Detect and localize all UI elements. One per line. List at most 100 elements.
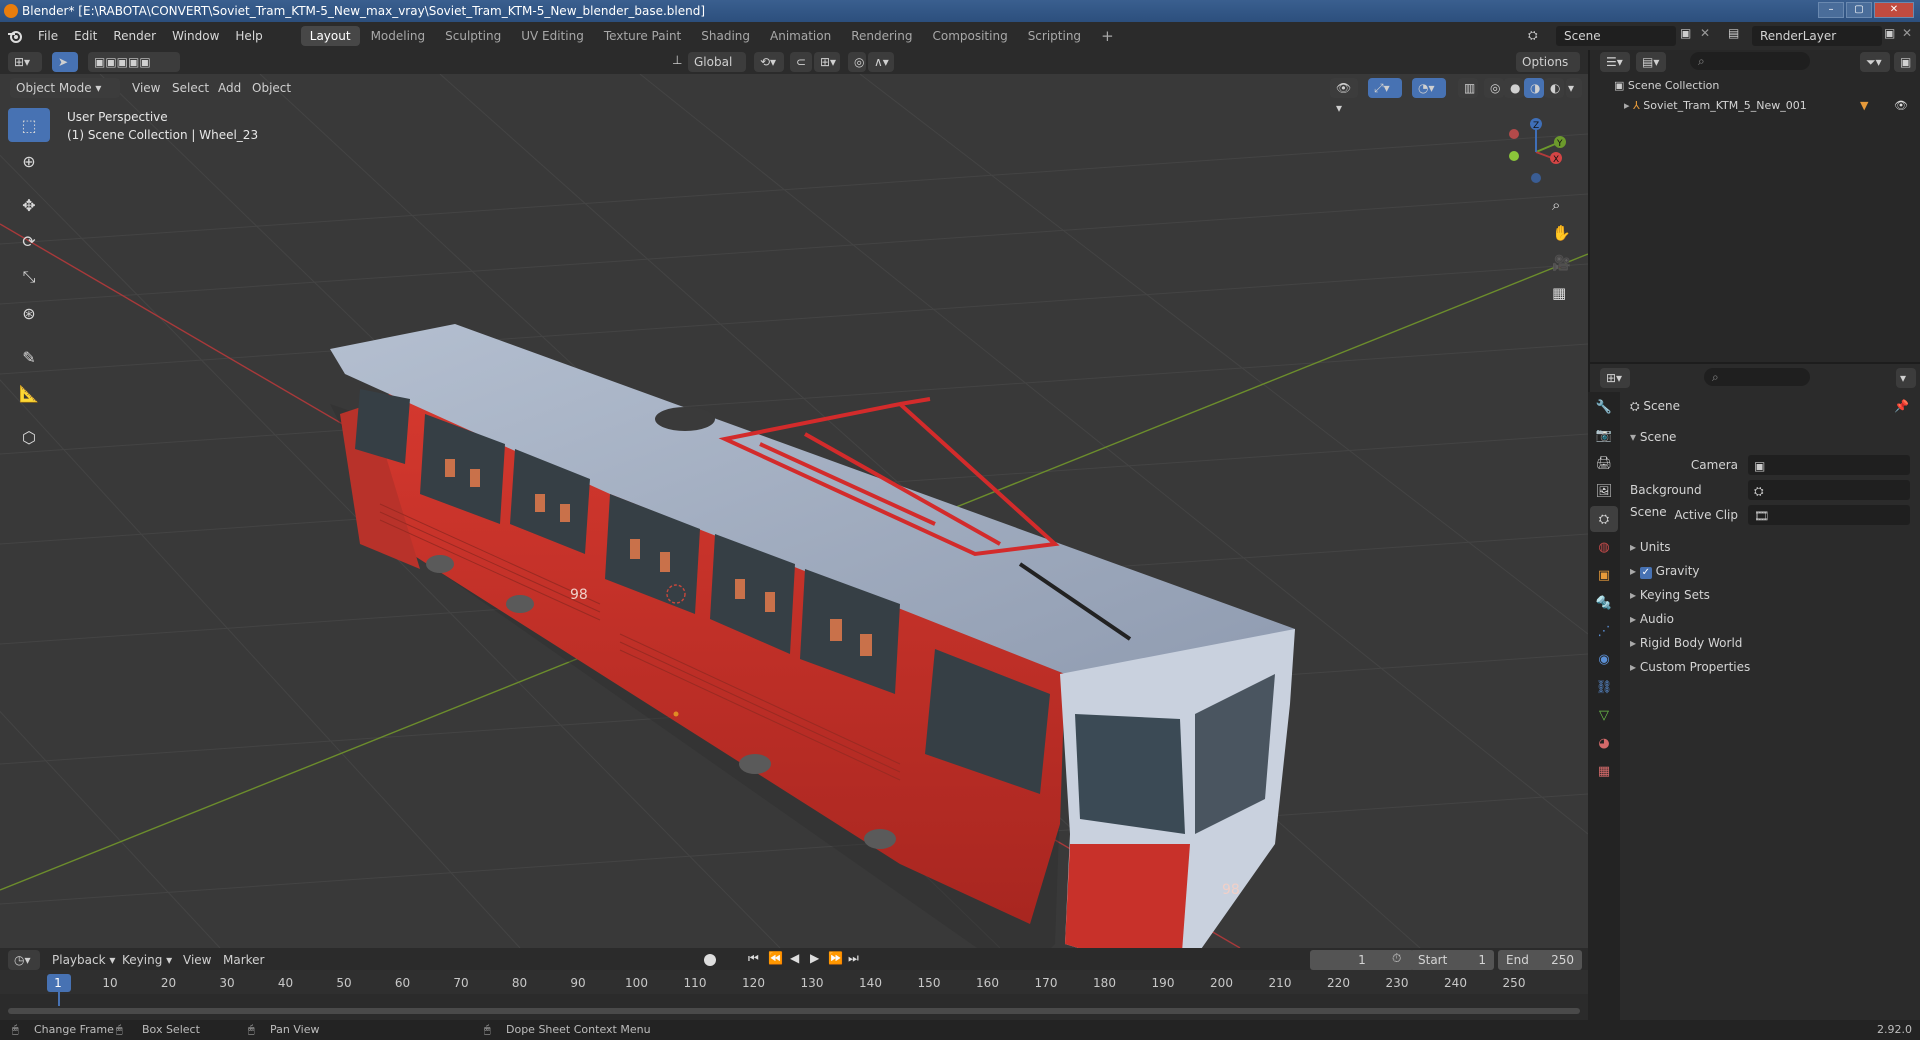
render-tab-icon[interactable]: 📷 <box>1590 422 1618 448</box>
expand-arrow-icon[interactable]: ▸ <box>1624 99 1633 112</box>
annotate-icon[interactable]: ✎ <box>8 340 50 374</box>
output-tab-icon[interactable]: 🖨 <box>1590 450 1618 476</box>
proportional-edit-icon[interactable]: ◎ <box>848 52 866 72</box>
pivot-point-icon[interactable]: ⟲▾ <box>754 52 784 72</box>
minimize-button[interactable]: – <box>1818 2 1844 18</box>
start-frame-field[interactable]: Start 1 <box>1410 950 1494 970</box>
maximize-button[interactable]: ▢ <box>1846 2 1872 18</box>
playback-menu[interactable]: Playback ▾ <box>52 950 115 970</box>
ortho-toggle-icon[interactable]: ▦ <box>1552 284 1566 302</box>
delete-renderlayer-icon[interactable]: ✕ <box>1902 26 1918 44</box>
props-search-input[interactable]: ⌕ <box>1704 368 1810 386</box>
prev-keyframe-icon[interactable]: ⏪ <box>768 951 783 965</box>
next-keyframe-icon[interactable]: ⏩ <box>828 951 843 965</box>
outliner-search-input[interactable]: ⌕ <box>1690 52 1810 70</box>
transform-orientation-dropdown[interactable]: Global ▾ <box>688 52 746 89</box>
tab-uv-editing[interactable]: UV Editing <box>512 26 593 46</box>
background-scene-field[interactable]: ⛭ <box>1748 480 1910 500</box>
play-reverse-icon[interactable]: ◀ <box>790 951 799 965</box>
timeline-scrollbar[interactable] <box>8 1008 1580 1014</box>
tab-layout[interactable]: Layout <box>300 26 360 46</box>
physics-tab-icon[interactable]: ◉ <box>1590 646 1618 672</box>
scene-tab-icon[interactable]: ⛭ <box>1590 506 1618 532</box>
display-mode-icon[interactable]: ▤▾ <box>1636 52 1666 72</box>
constraints-tab-icon[interactable]: ⛓ <box>1590 674 1618 700</box>
keying-menu[interactable]: Keying ▾ <box>122 950 172 970</box>
falloff-icon[interactable]: ∧▾ <box>868 52 894 72</box>
snap-target-icon[interactable]: ⊞▾ <box>814 52 840 72</box>
add-workspace-button[interactable]: + <box>1092 26 1123 46</box>
renderlayer-selector[interactable]: RenderLayer <box>1752 26 1882 46</box>
object-mode-dropdown[interactable]: Object Mode ▾ <box>10 78 120 98</box>
menu-add[interactable]: Add <box>218 78 241 98</box>
object-tab-icon[interactable]: ▣ <box>1590 562 1618 588</box>
outliner-item[interactable]: ▸ ⅄ Soviet_Tram_KTM_5_New_001 ▼ 👁 <box>1624 96 1914 116</box>
rigid-body-world-panel[interactable]: ▸ Rigid Body World <box>1630 632 1910 654</box>
move-icon[interactable]: ✥ <box>8 188 50 222</box>
navigation-gizmo[interactable]: Y X Z <box>1500 112 1580 192</box>
shading-material-icon[interactable]: ◑ <box>1524 78 1544 98</box>
tab-animation[interactable]: Animation <box>761 26 840 46</box>
rotate-icon[interactable]: ⟳ <box>8 224 50 258</box>
menu-view[interactable]: View <box>132 78 160 98</box>
modifier-tab-icon[interactable]: 🔩 <box>1590 590 1618 616</box>
select-tool-icon[interactable]: ➤ <box>52 52 78 72</box>
keying-sets-panel[interactable]: ▸ Keying Sets <box>1630 584 1910 606</box>
tool-tab-icon[interactable]: 🔧 <box>1590 394 1618 420</box>
menu-object[interactable]: Object <box>252 78 291 98</box>
tab-modeling[interactable]: Modeling <box>362 26 435 46</box>
visibility-eye-icon[interactable]: 👁 <box>1894 96 1908 116</box>
3d-viewport[interactable]: 98 98 Object Mode ▾ View Select Add Obje… <box>0 74 1588 948</box>
add-cube-icon[interactable]: ⬡ <box>8 420 50 454</box>
active-clip-field[interactable]: 🎞 <box>1748 505 1910 525</box>
new-scene-icon[interactable]: ▣ <box>1680 26 1698 44</box>
gravity-checkbox[interactable]: ✓ <box>1639 567 1652 579</box>
camera-view-icon[interactable]: 🎥 <box>1552 254 1571 272</box>
visibility-icon[interactable]: 👁▾ <box>1330 78 1358 115</box>
pan-hand-icon[interactable]: ✋ <box>1552 224 1571 242</box>
pin-icon[interactable]: 📌 <box>1894 395 1909 417</box>
menu-help[interactable]: Help <box>227 22 270 50</box>
zoom-icon[interactable]: ⌕ <box>1552 196 1560 214</box>
scene-section-header[interactable]: ▾ Scene <box>1630 426 1910 448</box>
snap-icon[interactable]: ⊂ <box>790 52 812 72</box>
preview-range-icon[interactable]: ⏱ <box>1392 951 1401 966</box>
shading-rendered-icon[interactable]: ◐ <box>1544 78 1564 98</box>
particles-tab-icon[interactable]: ⋰ <box>1590 618 1618 644</box>
scale-icon[interactable]: ⤡ <box>8 260 50 294</box>
props-options-icon[interactable]: ▾ <box>1896 368 1916 388</box>
view-layer-tab-icon[interactable]: 🖼 <box>1590 478 1618 504</box>
tram-model[interactable]: 98 98 <box>330 324 1295 948</box>
overlays-icon[interactable]: ◔▾ <box>1412 78 1446 98</box>
material-tab-icon[interactable]: ◕ <box>1590 730 1618 756</box>
transform-icon[interactable]: ⊛ <box>8 296 50 330</box>
delete-scene-icon[interactable]: ✕ <box>1700 26 1718 44</box>
filter-icon[interactable]: ⏷▾ <box>1860 52 1890 72</box>
menu-file[interactable]: File <box>30 22 66 50</box>
tab-compositing[interactable]: Compositing <box>923 26 1016 46</box>
menu-edit[interactable]: Edit <box>66 22 105 50</box>
texture-tab-icon[interactable]: ▦ <box>1590 758 1618 784</box>
tab-rendering[interactable]: Rendering <box>842 26 921 46</box>
tab-texture-paint[interactable]: Texture Paint <box>595 26 690 46</box>
jump-start-icon[interactable]: ⏮ <box>748 951 759 966</box>
select-mode-new-icon[interactable]: ▣▣▣▣▣ <box>88 52 180 72</box>
marker-menu[interactable]: Marker <box>223 950 264 970</box>
tab-shading[interactable]: Shading <box>692 26 759 46</box>
camera-field[interactable]: ▣ <box>1748 455 1910 475</box>
custom-properties-panel[interactable]: ▸ Custom Properties <box>1630 656 1910 678</box>
gravity-panel[interactable]: ▸ ✓ Gravity <box>1630 560 1910 582</box>
record-icon[interactable] <box>704 954 716 966</box>
menu-render[interactable]: Render <box>105 22 164 50</box>
outliner-root[interactable]: ▣ Scene Collection <box>1614 76 1719 96</box>
renderlayer-icon[interactable]: ▤ <box>1728 26 1750 44</box>
shading-options-icon[interactable]: ▾ <box>1566 78 1582 98</box>
play-icon[interactable]: ▶ <box>810 951 819 965</box>
blender-menu-icon[interactable] <box>0 28 30 44</box>
shading-solid-icon[interactable]: ● <box>1504 78 1524 98</box>
timeline-view-menu[interactable]: View <box>183 950 211 970</box>
select-box-icon[interactable]: ⬚ <box>8 108 50 142</box>
outliner-editor-type-icon[interactable]: ☰▾ <box>1600 52 1630 72</box>
shading-wireframe-icon[interactable]: ◎ <box>1484 78 1504 98</box>
end-frame-field[interactable]: End 250 <box>1498 950 1582 970</box>
